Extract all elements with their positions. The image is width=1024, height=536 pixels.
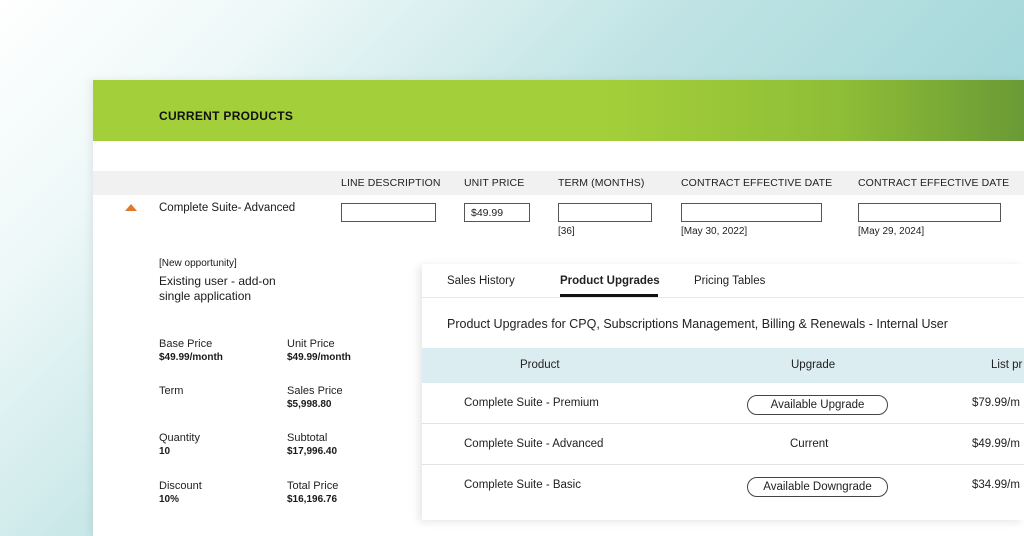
effective-date-start-value: [May 30, 2022] [681, 226, 748, 237]
base-price-value: $49.99/month [159, 352, 223, 363]
tab-bar: Sales History Product Upgrades Pricing T… [422, 264, 1024, 298]
effective-date-start-input[interactable] [681, 203, 822, 222]
header-upgrade: Upgrade [791, 359, 836, 371]
current-status: Current [790, 438, 829, 450]
sales-price-label: Sales Price [287, 385, 343, 397]
header-product: Product [520, 359, 560, 371]
row-product: Complete Suite - Premium [464, 397, 599, 409]
col-line-description: LINE DESCRIPTION [341, 177, 441, 189]
total-price-label: Total Price [287, 480, 339, 492]
col-effective-date-start: CONTRACT EFFECTIVE DATE [681, 177, 833, 189]
col-term: TERM (MONTHS) [558, 177, 645, 189]
effective-date-end-input[interactable] [858, 203, 1001, 222]
tab-product-upgrades[interactable]: Product Upgrades [560, 275, 660, 287]
term-input[interactable] [558, 203, 652, 222]
quantity: Quantity 10 [159, 432, 200, 457]
row-list-price: $49.99/m [972, 438, 1020, 450]
unit-price: Unit Price $49.99/month [287, 338, 351, 363]
line-item-name: Complete Suite- Advanced [159, 202, 296, 214]
effective-date-end-value: [May 29, 2024] [858, 226, 925, 237]
active-tab-indicator [560, 294, 658, 297]
upgrades-table-header: Product Upgrade List pr [422, 348, 1024, 383]
subtotal-value: $17,996.40 [287, 446, 338, 457]
discount-value: 10% [159, 494, 180, 505]
term: Term [159, 385, 183, 399]
sales-price-value: $5,998.80 [287, 399, 332, 410]
panel-title: CURRENT PRODUCTS [159, 109, 294, 123]
tab-pricing-tables[interactable]: Pricing Tables [694, 275, 765, 287]
unit-price-label: Unit Price [287, 338, 335, 350]
unit-price-value: $49.99/month [287, 352, 351, 363]
available-downgrade-button[interactable]: Available Downgrade [747, 477, 888, 497]
base-price: Base Price $49.99/month [159, 338, 223, 363]
unit-price-input[interactable] [464, 203, 530, 222]
available-upgrade-button[interactable]: Available Upgrade [747, 395, 888, 415]
table-row: Complete Suite - Premium Available Upgra… [422, 383, 1024, 424]
upgrades-title: Product Upgrades for CPQ, Subscriptions … [447, 317, 948, 331]
row-product: Complete Suite - Advanced [464, 438, 604, 450]
discount: Discount 10% [159, 480, 202, 505]
product-details-card: Sales History Product Upgrades Pricing T… [422, 264, 1024, 520]
col-unit-price: UNIT PRICE [464, 177, 525, 189]
row-product: Complete Suite - Basic [464, 479, 581, 491]
total-price: Total Price $16,196.76 [287, 480, 338, 505]
discount-label: Discount [159, 480, 202, 492]
opportunity-description: Existing user - add-on single applicatio… [159, 274, 276, 303]
subtotal-label: Subtotal [287, 432, 328, 444]
quantity-value: 10 [159, 446, 171, 457]
opportunity-tag: [New opportunity] [159, 258, 237, 269]
term-value: [36] [558, 226, 575, 237]
term-label: Term [159, 385, 184, 397]
sales-price: Sales Price $5,998.80 [287, 385, 343, 410]
tab-sales-history[interactable]: Sales History [447, 275, 515, 287]
current-products-panel: CURRENT PRODUCTS LINE DESCRIPTION UNIT P… [93, 80, 1024, 536]
table-row: Complete Suite - Advanced Current $49.99… [422, 424, 1024, 465]
line-description-input[interactable] [341, 203, 436, 222]
table-row: Complete Suite - Basic Available Downgra… [422, 465, 1024, 506]
subtotal: Subtotal $17,996.40 [287, 432, 337, 457]
header-list-price: List pr [991, 359, 1023, 371]
row-list-price: $34.99/m [972, 479, 1020, 491]
base-price-label: Base Price [159, 338, 213, 350]
col-effective-date-end: CONTRACT EFFECTIVE DATE [858, 177, 1010, 189]
total-price-value: $16,196.76 [287, 494, 338, 505]
quantity-label: Quantity [159, 432, 200, 444]
panel-header: CURRENT PRODUCTS [93, 80, 1024, 141]
row-list-price: $79.99/m [972, 397, 1020, 409]
collapse-arrow-icon[interactable] [125, 204, 137, 211]
column-header-bar: LINE DESCRIPTION UNIT PRICE TERM (MONTHS… [93, 171, 1024, 195]
